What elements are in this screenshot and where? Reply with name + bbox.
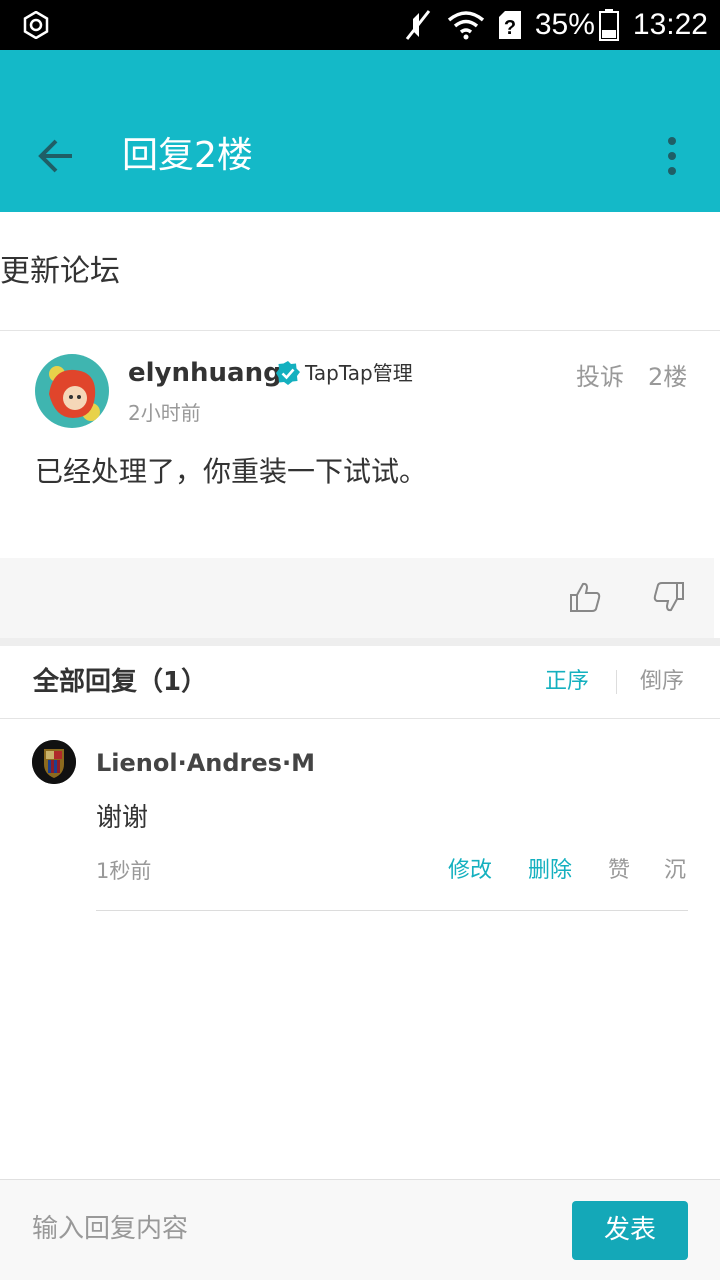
floor-number: 2楼 <box>648 363 688 391</box>
delete-button[interactable]: 删除 <box>528 854 572 888</box>
section-separator <box>0 638 720 646</box>
barca-crest-icon <box>32 740 76 784</box>
avatar-image <box>35 354 109 428</box>
clock: 13:22 <box>632 8 708 41</box>
mute-icon <box>405 10 431 40</box>
divider <box>0 330 720 331</box>
report-link[interactable]: 投诉 <box>576 360 624 394</box>
badge-label: TapTap管理 <box>305 361 413 385</box>
submit-button[interactable]: 发表 <box>572 1201 688 1260</box>
post-author[interactable]: elynhuang <box>128 354 282 392</box>
page-title: 回复2楼 <box>122 135 253 176</box>
forum-name[interactable]: 更新论坛 <box>0 248 120 296</box>
status-bar: ? 35% 13:22 <box>0 0 720 50</box>
wifi-icon <box>447 11 484 40</box>
app-bar: 回复2楼 <box>0 50 720 212</box>
reply-input-bar: 发表 <box>0 1179 720 1280</box>
battery-icon <box>598 9 619 41</box>
sort-separator <box>616 670 617 694</box>
signal-unknown-icon: ? <box>498 11 521 39</box>
verified-check-icon <box>276 361 300 385</box>
battery-percent: 35% <box>534 8 595 41</box>
thumbs-down-icon[interactable] <box>652 580 686 614</box>
sort-ascending-tab[interactable]: 正序 <box>545 665 589 699</box>
divider <box>0 718 720 719</box>
post-content: 已经处理了，你重装一下试试。 <box>35 455 428 488</box>
thumbs-up-icon[interactable] <box>568 580 602 614</box>
settings-ring-icon <box>23 11 49 39</box>
back-arrow-icon[interactable] <box>36 136 76 176</box>
reply-author[interactable]: Lienol·Andres·M <box>96 745 315 781</box>
upvote-button[interactable]: 赞 <box>608 854 630 888</box>
reply-time: 1秒前 <box>96 859 152 883</box>
sort-descending-tab[interactable]: 倒序 <box>640 665 684 699</box>
reply-avatar[interactable] <box>32 740 76 784</box>
more-vert-icon[interactable] <box>658 136 686 176</box>
avatar[interactable] <box>35 354 109 428</box>
post-time: 2小时前 <box>128 401 201 425</box>
reply-content: 谢谢 <box>96 803 149 833</box>
downvote-button[interactable]: 沉 <box>664 854 686 888</box>
post-action-bar <box>0 558 714 638</box>
edit-button[interactable]: 修改 <box>448 854 492 888</box>
reply-input[interactable] <box>18 1200 548 1258</box>
svg-text:?: ? <box>504 17 516 39</box>
reply-divider <box>96 910 688 911</box>
replies-count-title: 全部回复（1） <box>33 667 208 697</box>
admin-badge: TapTap管理 <box>275 358 413 388</box>
